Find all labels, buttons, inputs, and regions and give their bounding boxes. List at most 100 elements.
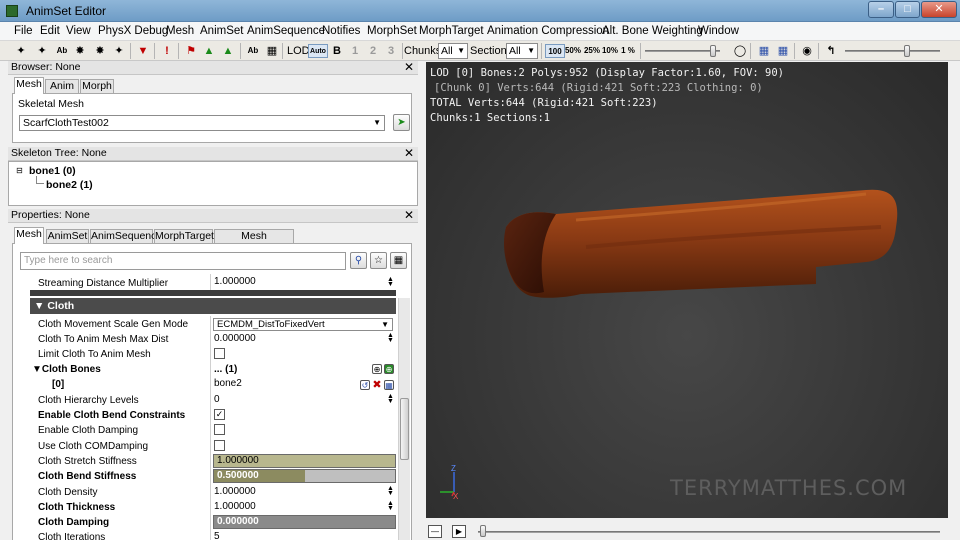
menu-view[interactable]: View [66,25,91,37]
tab-props-mesh[interactable]: Mesh [14,227,44,244]
menu-window[interactable]: Window [698,25,739,37]
property-search-input[interactable]: Type here to search [20,252,346,270]
lod-base-button[interactable]: B [330,44,344,58]
menu-physx-debug[interactable]: PhysX Debug [98,25,168,37]
scale-100-button[interactable]: 100 [545,44,565,58]
insert-icon[interactable]: ↺ [360,380,370,390]
preview-viewport[interactable]: LOD [0] Bones:2 Polys:952 (Display Facto… [426,62,948,518]
sections-select[interactable]: All ▼ [506,43,538,59]
tree-bone-child[interactable]: bone2 (1) [46,179,93,191]
menu-morphset[interactable]: MorphSet [367,25,417,37]
chunks-select[interactable]: All ▼ [438,43,468,59]
scale-50-button[interactable]: 50% [563,44,583,58]
cloth-density-value[interactable]: 1.000000 [214,486,256,497]
wind-slider-thumb[interactable] [904,45,910,57]
stretch-stiffness-slider[interactable]: 1.000000 [213,454,396,468]
menu-file[interactable]: File [14,25,33,37]
spin-arrows-icon[interactable]: ▲ ▼ [386,500,395,512]
menu-animation-compression[interactable]: Animation Compression [487,25,609,37]
skeletal-mesh-select[interactable]: ScarfClothTest002 ▼ [19,115,385,131]
tab-props-morphtarget[interactable]: MorphTarget [154,229,214,244]
scale-25-button[interactable]: 25% [582,44,602,58]
sockets-icon[interactable]: ✸ [93,44,107,58]
lod-1-button[interactable]: 1 [348,44,362,58]
play-icon[interactable]: ▶ [452,525,466,538]
tab-props-animset[interactable]: AnimSet [46,229,89,244]
cloth-category-header[interactable]: ▼ Cloth [30,298,396,314]
menu-alt-bone-weighting[interactable]: Alt. Bone Weighting [602,25,703,37]
anim-names-icon[interactable]: Ab [246,44,260,58]
scale-10-button[interactable]: 10% [600,44,620,58]
max-dist-value[interactable]: 0.000000 [214,333,256,344]
speed-slider-thumb[interactable] [710,45,716,57]
properties-scrollbar-thumb[interactable] [400,398,409,460]
close-icon[interactable]: ✕ [404,209,414,222]
filter-icon[interactable]: ▦ [390,252,407,269]
bone-weights-icon[interactable]: ✸ [73,44,87,58]
skeleton-icon[interactable]: ✦ [35,44,49,58]
tab-props-animsequence[interactable]: AnimSequence [90,229,162,244]
maximize-button[interactable]: □ [895,1,920,18]
wind-slider-track[interactable] [845,50,940,52]
scale-1-button[interactable]: 1 % [618,44,638,58]
flag-icon[interactable]: ⚑ [184,44,198,58]
spin-arrows-icon[interactable]: ▲ ▼ [386,393,395,405]
favorites-icon[interactable]: ☆ [370,252,387,269]
use-selected-asset-button[interactable]: ➤ [393,114,410,131]
timeline-track[interactable] [478,531,940,533]
lod-auto-button[interactable]: Auto [308,44,328,58]
minimize-button[interactable]: – [868,1,894,18]
panel-splitter[interactable] [419,61,425,540]
menu-mesh[interactable]: Mesh [166,25,194,37]
tab-props-mesh-simplification[interactable]: Mesh Simplification [214,229,294,255]
menu-morphtarget[interactable]: MorphTarget [419,25,484,37]
cloth-iterations-value[interactable]: 5 [214,531,220,540]
ref-pose-icon[interactable]: ▼ [136,44,150,58]
close-button[interactable]: ✕ [921,1,957,18]
tree-color-icon[interactable]: ▲ [221,44,235,58]
loop-icon[interactable]: — [428,525,442,538]
duplicate-icon[interactable]: ▦ [384,380,394,390]
tab-mesh[interactable]: Mesh [14,77,44,94]
wind-icon[interactable]: ↰ [824,44,838,58]
light-icon[interactable]: ◯ [733,44,747,58]
timeline-scrubber[interactable] [480,525,486,537]
copy-bones-icon[interactable]: ▦ [265,44,279,58]
cloth-thickness-value[interactable]: 1.000000 [214,501,256,512]
bend-constraints-checkbox[interactable]: ✓ [214,409,225,420]
bone-icon[interactable]: ✦ [14,44,28,58]
wireframe-icon[interactable]: ✦ [112,44,126,58]
tab-morph[interactable]: Morph [80,79,114,94]
close-icon[interactable]: ✕ [404,147,414,160]
add-element-icon[interactable]: ⊕ [372,364,382,374]
spin-arrows-icon[interactable]: ▲ ▼ [386,332,395,344]
speed-slider-track[interactable] [645,50,720,52]
tree-icon[interactable]: ▲ [202,44,216,58]
streaming-distance-value[interactable]: 1.000000 [214,276,256,287]
limit-cloth-checkbox[interactable] [214,348,225,359]
collapse-icon[interactable]: ⊟ [16,166,23,175]
movement-mode-select[interactable]: ECMDM_DistToFixedVert ▼ [213,318,393,331]
delete-icon[interactable]: ✖ [372,380,382,391]
menu-animset[interactable]: AnimSet [200,25,243,37]
hierarchy-levels-value[interactable]: 0 [214,394,220,405]
enable-damping-checkbox[interactable] [214,424,225,435]
lod-2-button[interactable]: 2 [366,44,380,58]
bone-index-value[interactable]: bone2 [214,378,242,389]
spin-arrows-icon[interactable]: ▲ ▼ [386,485,395,497]
camera-icon[interactable]: ◉ [800,44,814,58]
close-icon[interactable]: ✕ [404,61,414,74]
bend-stiffness-slider[interactable]: 0.500000 [213,469,396,483]
cloth-damping-slider[interactable]: 0.000000 [213,515,396,529]
lod-3-button[interactable]: 3 [384,44,398,58]
alert-icon[interactable]: ! [160,44,174,58]
bone-names-icon[interactable]: Ab [55,44,69,58]
menu-notifies[interactable]: Notifies [322,25,360,37]
spin-arrows-icon[interactable]: ▲ ▼ [386,276,395,288]
menu-edit[interactable]: Edit [40,25,60,37]
ortho-icon[interactable]: ▦ [776,44,790,58]
tab-anim[interactable]: Anim [45,79,79,94]
menu-animsequence[interactable]: AnimSequence [247,25,325,37]
empty-array-icon[interactable]: ⊕ [384,364,394,374]
com-damping-checkbox[interactable] [214,440,225,451]
